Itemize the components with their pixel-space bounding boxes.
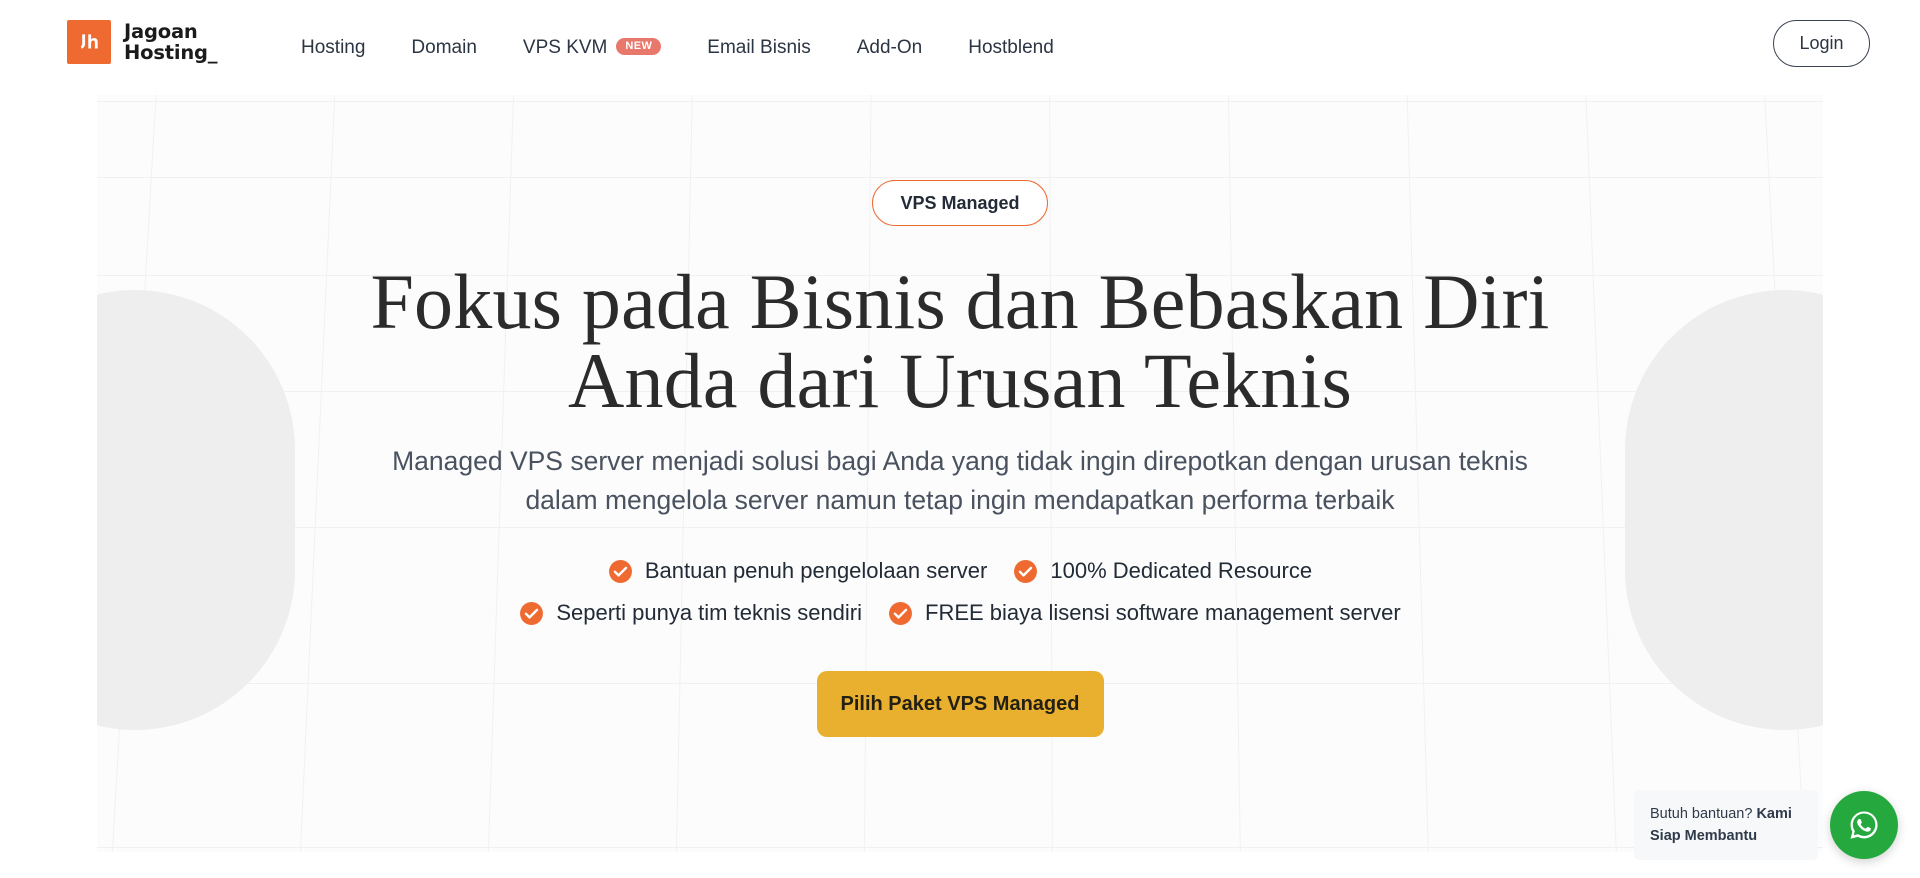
nav-item-hostblend[interactable]: Hostblend	[945, 37, 1077, 59]
whatsapp-bubble-prefix: Butuh bantuan?	[1650, 806, 1757, 822]
feature-label: FREE biaya lisensi software management s…	[925, 600, 1401, 625]
new-badge: NEW	[616, 38, 662, 55]
nav-item-domain[interactable]: Domain	[388, 37, 499, 59]
check-circle-icon	[889, 601, 912, 625]
feature-label: Seperti punya tim teknis sendiri	[556, 600, 863, 625]
nav-item-label: Add-On	[856, 36, 923, 58]
hero-tag-badge[interactable]: VPS Managed	[872, 180, 1048, 226]
feature-label: Bantuan penuh pengelolaan server	[644, 558, 988, 583]
nav-item-vps-kvm[interactable]: VPS KVM NEW	[500, 37, 684, 59]
hero-title-line-2: Anda dari Urusan Teknis	[567, 337, 1353, 424]
primary-navigation: Hosting Domain VPS KVM NEW Email Bisnis …	[278, 0, 1077, 95]
nav-item-label: Domain	[411, 36, 477, 58]
nav-item-label: Email Bisnis	[707, 36, 811, 58]
nav-item-label: VPS KVM	[522, 36, 608, 58]
jagoan-hosting-logo-icon	[67, 20, 111, 64]
hero-section: VPS Managed Fokus pada Bisnis dan Bebask…	[97, 95, 1823, 852]
login-button[interactable]: Login	[1773, 20, 1870, 67]
check-circle-icon	[520, 601, 544, 625]
check-circle-icon	[1014, 559, 1038, 583]
hero-subtitle-line-1: Managed VPS server menjadi solusi bagi A…	[392, 446, 1452, 476]
nav-item-email-bisnis[interactable]: Email Bisnis	[684, 37, 833, 59]
hero-subtitle: Managed VPS server menjadi solusi bagi A…	[370, 442, 1550, 520]
nav-item-label: Hosting	[301, 36, 366, 58]
hero-title-line-1: Fokus pada Bisnis dan Bebaskan Diri	[370, 258, 1550, 345]
feature-label: 100% Dedicated Resource	[1050, 558, 1313, 583]
brand-wordmark: Jagoan Hosting_	[124, 20, 218, 64]
page-title: Fokus pada Bisnis dan Bebaskan Diri Anda…	[370, 262, 1549, 420]
feature-item: FREE biaya lisensi software management s…	[888, 600, 1401, 626]
site-header: Jagoan Hosting_ Hosting Domain VPS KVM N…	[0, 0, 1920, 95]
feature-item: Bantuan penuh pengelolaan server	[608, 558, 988, 584]
whatsapp-help-bubble[interactable]: Butuh bantuan? Kami Siap Membantu	[1634, 790, 1818, 860]
feature-row: Bantuan penuh pengelolaan server 100% De…	[608, 558, 1312, 584]
hero-feature-list: Bantuan penuh pengelolaan server 100% De…	[519, 558, 1401, 626]
nav-item-hosting[interactable]: Hosting	[278, 37, 388, 59]
feature-item: 100% Dedicated Resource	[1013, 558, 1312, 584]
nav-item-label: Hostblend	[968, 36, 1054, 58]
nav-item-add-on[interactable]: Add-On	[834, 37, 945, 59]
feature-row: Seperti punya tim teknis sendiri FREE bi…	[519, 600, 1401, 626]
whatsapp-float-button[interactable]	[1830, 791, 1898, 859]
whatsapp-icon	[1850, 811, 1878, 839]
page-root: Jagoan Hosting_ Hosting Domain VPS KVM N…	[0, 0, 1920, 878]
brand-logo-link[interactable]: Jagoan Hosting_	[67, 20, 218, 64]
whatsapp-help-widget: Butuh bantuan? Kami Siap Membantu	[1634, 790, 1898, 860]
choose-vps-managed-package-button[interactable]: Pilih Paket VPS Managed	[816, 671, 1104, 737]
feature-item: Seperti punya tim teknis sendiri	[519, 600, 862, 626]
check-circle-icon	[608, 559, 632, 583]
